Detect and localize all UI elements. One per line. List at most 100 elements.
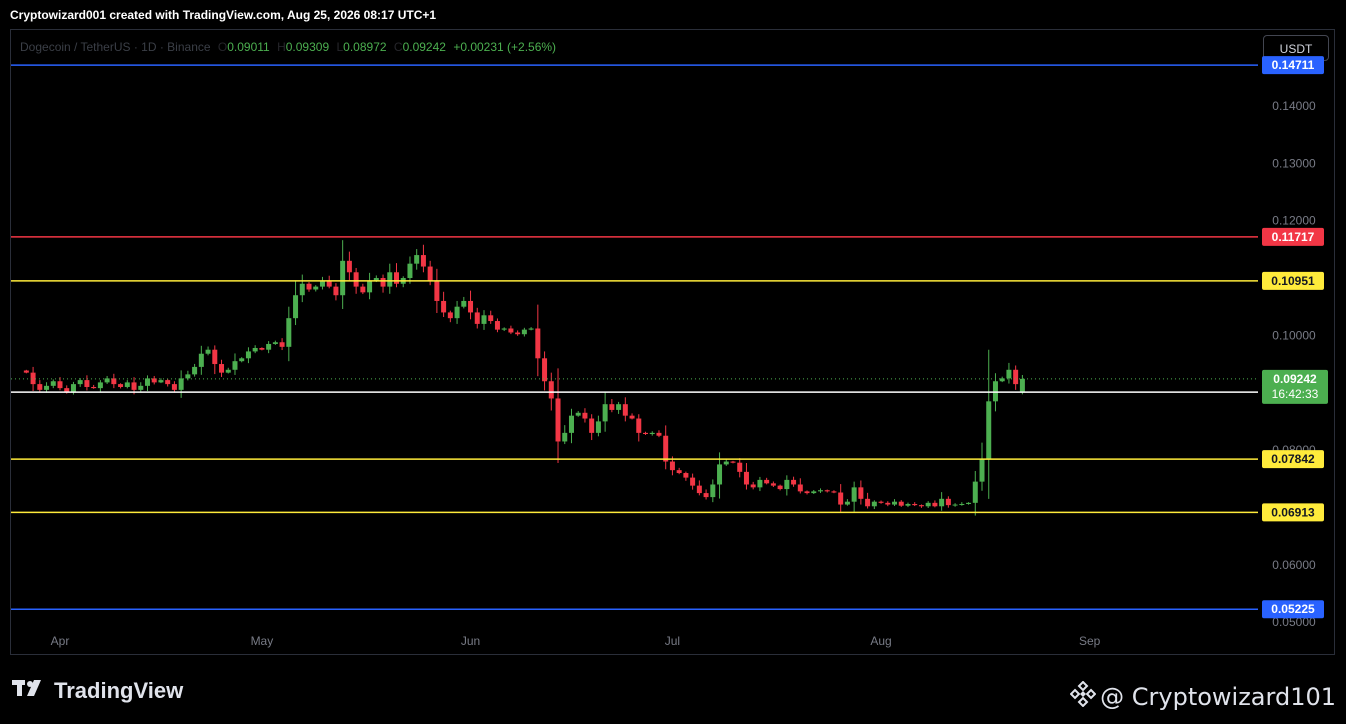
candle-body bbox=[582, 412, 588, 419]
candle-body bbox=[346, 260, 352, 273]
candle-body bbox=[932, 502, 938, 507]
candle-body bbox=[441, 300, 447, 313]
candle-body bbox=[192, 366, 198, 375]
candle-body bbox=[70, 384, 76, 392]
candle-body bbox=[649, 432, 655, 435]
candle-body bbox=[750, 484, 756, 488]
candle-body bbox=[198, 353, 204, 367]
candle-body bbox=[871, 501, 877, 507]
candle-body bbox=[64, 388, 70, 392]
candle-body bbox=[542, 358, 548, 382]
candle-body bbox=[878, 501, 884, 503]
candle-body bbox=[643, 432, 649, 435]
candle-body bbox=[898, 501, 904, 506]
candle-body bbox=[690, 477, 696, 486]
price-chart[interactable]: 0.140000.130000.120000.100000.080000.060… bbox=[0, 0, 1346, 724]
candle-body bbox=[293, 295, 299, 319]
tradingview-logo-icon bbox=[12, 678, 48, 704]
level-price-label: 0.14711 bbox=[1272, 58, 1315, 72]
candle-body bbox=[656, 432, 662, 436]
candle-body bbox=[171, 384, 177, 390]
author-signature: @ Cryptowizard101 bbox=[1069, 680, 1336, 713]
candle-body bbox=[784, 479, 790, 490]
candle-body bbox=[420, 255, 426, 267]
x-tick-label: Jun bbox=[461, 634, 480, 648]
candle-body bbox=[548, 381, 554, 399]
candle-body bbox=[885, 502, 891, 505]
y-tick-label: 0.12000 bbox=[1272, 214, 1316, 228]
x-tick-label: Jul bbox=[665, 634, 680, 648]
candle-body bbox=[286, 318, 292, 347]
candle-body bbox=[555, 398, 561, 442]
candle-body bbox=[185, 374, 191, 379]
candle-body bbox=[266, 343, 272, 350]
level-price-label: 0.11717 bbox=[1272, 230, 1315, 244]
candle-body bbox=[494, 321, 500, 330]
candle-body bbox=[669, 461, 675, 471]
candle-body bbox=[710, 484, 716, 498]
candle-body bbox=[676, 470, 682, 474]
candle-body bbox=[360, 286, 366, 293]
candle-body bbox=[622, 404, 628, 416]
candle-body bbox=[474, 312, 480, 324]
candle-body bbox=[804, 491, 810, 494]
y-tick-label: 0.10000 bbox=[1272, 328, 1316, 342]
candle-body bbox=[945, 498, 951, 506]
candle-body bbox=[797, 484, 803, 492]
candle-body bbox=[589, 418, 595, 433]
candle-body bbox=[770, 483, 776, 486]
candle-body bbox=[239, 358, 245, 362]
candle-body bbox=[212, 349, 218, 365]
candle-body bbox=[696, 485, 702, 494]
candle-body bbox=[50, 381, 56, 386]
author-handle: @ Cryptowizard101 bbox=[1100, 683, 1336, 711]
candle-body bbox=[992, 381, 998, 402]
candle-body bbox=[616, 404, 622, 410]
candle-body bbox=[178, 378, 184, 390]
candle-body bbox=[508, 328, 514, 333]
candle-body bbox=[838, 492, 844, 505]
candle-body bbox=[757, 479, 763, 488]
y-tick-label: 0.13000 bbox=[1272, 156, 1316, 170]
candle-body bbox=[434, 280, 440, 301]
candle-body bbox=[986, 401, 992, 459]
candle-body bbox=[595, 421, 601, 433]
candle-body bbox=[966, 502, 972, 504]
candle-body bbox=[37, 384, 43, 390]
candle-body bbox=[118, 384, 124, 387]
candle-body bbox=[279, 342, 285, 347]
candle-body bbox=[636, 418, 642, 433]
candle-body bbox=[568, 415, 574, 433]
candle-body bbox=[77, 380, 83, 385]
candle-body bbox=[1006, 369, 1012, 379]
candle-body bbox=[23, 370, 29, 373]
candle-body bbox=[144, 378, 150, 386]
candle-body bbox=[925, 502, 931, 507]
candle-body bbox=[683, 473, 689, 478]
candle-body bbox=[501, 328, 507, 330]
candle-body bbox=[414, 255, 420, 264]
candle-body bbox=[730, 461, 736, 463]
candle-body bbox=[609, 404, 615, 410]
candle-body bbox=[232, 361, 238, 370]
candle-body bbox=[313, 286, 319, 290]
candle-body bbox=[353, 272, 359, 287]
candle-body bbox=[629, 415, 635, 419]
candle-body bbox=[447, 312, 453, 319]
candle-body bbox=[219, 364, 225, 373]
candle-body bbox=[737, 462, 743, 472]
candle-body bbox=[427, 266, 433, 281]
tradingview-brand: TradingView bbox=[54, 678, 184, 703]
candle-body bbox=[1019, 378, 1025, 393]
candle-body bbox=[124, 382, 130, 387]
candle-body bbox=[299, 283, 305, 296]
y-tick-label: 0.06000 bbox=[1272, 558, 1316, 572]
candle-body bbox=[387, 272, 393, 287]
candle-body bbox=[158, 380, 164, 383]
candle-body bbox=[791, 479, 797, 485]
candle-body bbox=[272, 342, 278, 344]
candle-body bbox=[340, 260, 346, 296]
binance-icon bbox=[1069, 680, 1097, 713]
candle-body bbox=[952, 504, 958, 506]
candle-body bbox=[461, 300, 467, 307]
